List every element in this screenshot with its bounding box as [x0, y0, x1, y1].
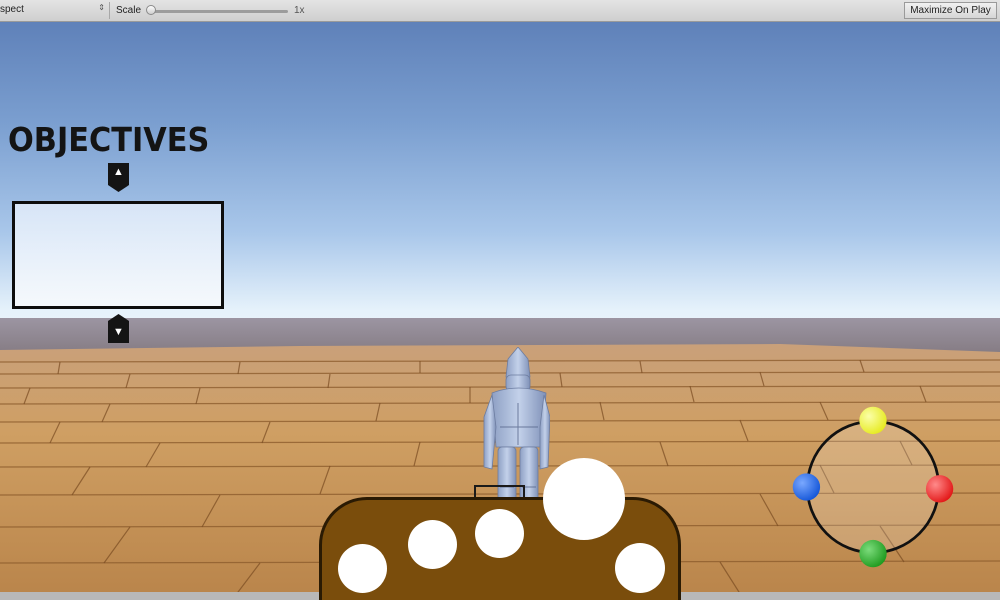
scale-slider-thumb[interactable]: [146, 5, 156, 15]
color-wheel-ring: [805, 419, 941, 555]
scale-value: 1x: [294, 5, 305, 16]
dropdown-arrows-icon: ⇕: [98, 3, 105, 12]
color-green-orb[interactable]: [859, 539, 887, 568]
hotbar-slot-2[interactable]: [408, 520, 457, 569]
color-yellow-orb[interactable]: [859, 406, 887, 435]
hotbar-slot-5[interactable]: [615, 543, 665, 593]
color-wheel[interactable]: [790, 404, 956, 570]
color-blue-orb[interactable]: [792, 473, 821, 501]
hotbar-slot-1[interactable]: [338, 544, 387, 593]
maximize-on-play-button[interactable]: Maximize On Play: [904, 2, 997, 19]
scale-label: Scale: [116, 5, 142, 16]
up-arrow-icon: ▲: [113, 166, 124, 178]
hotbar-slot-3[interactable]: [475, 509, 524, 558]
objectives-title: OBJECTIVES: [8, 120, 210, 159]
game-view-toolbar: spect ⇕ Scale 1x Maximize On Play: [0, 0, 1000, 22]
aspect-dropdown-label: spect: [0, 4, 24, 15]
down-arrow-icon: ▼: [113, 326, 124, 338]
hotbar-slot-selected[interactable]: [543, 458, 625, 540]
color-red-orb[interactable]: [925, 475, 954, 503]
aspect-dropdown[interactable]: spect ⇕: [0, 2, 110, 19]
scale-slider-track[interactable]: [150, 10, 288, 13]
objectives-panel: [12, 201, 224, 309]
